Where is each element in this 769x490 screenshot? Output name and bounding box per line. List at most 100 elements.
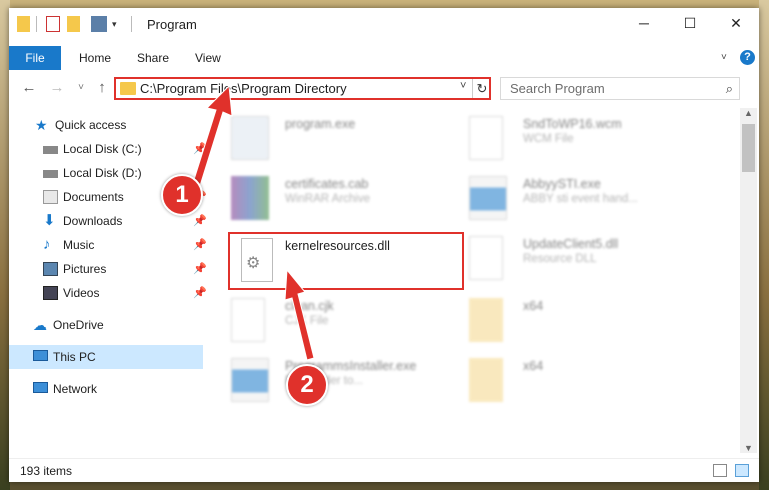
pin-icon[interactable]: 📌 <box>193 282 207 304</box>
ribbon: File Home Share View ˅ ? <box>9 46 759 70</box>
sidebar-item-label: OneDrive <box>53 318 104 332</box>
file-item[interactable]: SndToWP16.wcm WCM File <box>469 112 709 164</box>
file-item[interactable]: ProgrammsInstaller.exe Finereader to... <box>231 354 471 406</box>
desktop-background-right <box>759 0 769 490</box>
file-name: x64 <box>523 359 544 373</box>
maximize-button[interactable]: ☐ <box>667 8 713 38</box>
new-folder-icon[interactable] <box>67 16 80 32</box>
pin-icon[interactable]: 📌 <box>193 138 207 160</box>
scroll-thumb[interactable] <box>742 124 755 172</box>
sidebar-item-label: Network <box>53 382 98 396</box>
file-item[interactable]: clean.cjk CJK File <box>231 294 471 346</box>
expand-ribbon-icon[interactable]: ˅ <box>721 46 727 70</box>
file-name: AbbyySTI.exe <box>523 177 601 191</box>
sidebar-item-label: Music <box>63 238 95 252</box>
chevron-down-icon[interactable]: ▾ <box>112 16 122 32</box>
up-button[interactable]: ↑ <box>94 78 110 98</box>
pin-icon[interactable]: 📌 <box>193 234 207 256</box>
file-item[interactable]: AbbyySTI.exe ABBY sti event hand... <box>469 172 709 224</box>
tab-home[interactable]: Home <box>79 46 111 70</box>
folder-item[interactable]: x64 <box>469 294 709 346</box>
pin-icon[interactable]: 📌 <box>193 258 207 280</box>
callout-step-2: 2 <box>286 364 328 406</box>
star-icon: ★ <box>35 117 48 133</box>
callout-step-1: 1 <box>161 174 203 216</box>
search-placeholder: Search Program <box>510 81 605 96</box>
sidebar-item-pictures[interactable]: Pictures 📌 <box>43 258 207 280</box>
sidebar-item-network[interactable]: Network <box>33 378 203 400</box>
music-icon: ♪ <box>43 236 51 253</box>
folder-icon <box>469 358 503 402</box>
minimize-button[interactable]: ─ <box>621 8 667 38</box>
file-item[interactable]: UpdateClient5.dll Resource DLL <box>469 232 709 284</box>
back-button[interactable]: ← <box>21 78 37 98</box>
scroll-up-icon[interactable]: ▲ <box>740 108 757 118</box>
file-type: CJK File <box>285 315 329 327</box>
download-icon: ⬇ <box>43 212 56 229</box>
navigation-pane: ★ Quick access Local Disk (C:) 📌 Local D… <box>9 108 207 453</box>
folder-icon <box>120 82 136 95</box>
item-count: 193 items <box>20 464 73 478</box>
sidebar-item-label: Pictures <box>63 262 107 276</box>
forward-button[interactable]: → <box>49 78 65 98</box>
status-bar: 193 items <box>9 458 759 483</box>
refresh-button[interactable]: ↻ <box>472 79 491 98</box>
file-type: ABBY sti event hand... <box>523 193 638 205</box>
customize-icon[interactable] <box>91 16 107 32</box>
file-name: UpdateClient5.dll <box>523 237 619 251</box>
sidebar-item-label: This PC <box>53 350 96 364</box>
window-title: Program <box>147 17 197 32</box>
sidebar-item-onedrive[interactable]: ☁ OneDrive <box>33 314 203 336</box>
tab-share[interactable]: Share <box>137 46 169 70</box>
file-name: SndToWP16.wcm <box>523 117 622 131</box>
pin-icon[interactable]: 📌 <box>193 210 207 232</box>
file-type: Resource DLL <box>523 253 597 265</box>
computer-icon <box>33 350 48 361</box>
cloud-icon: ☁ <box>33 317 47 333</box>
navigation-bar: ← → ˅ ↑ C:\Program Files\Program Directo… <box>9 74 759 102</box>
sidebar-item-label: Local Disk (D:) <box>63 166 142 180</box>
sidebar-item-videos[interactable]: Videos 📌 <box>43 282 207 304</box>
file-name: certificates.cab <box>285 177 369 191</box>
tab-file[interactable]: File <box>9 46 61 70</box>
document-icon <box>469 116 503 160</box>
address-bar[interactable]: C:\Program Files\Program Directory ˅ ↻ <box>114 77 491 100</box>
sidebar-item-label: Documents <box>63 190 124 204</box>
folder-item[interactable]: x64 <box>469 354 709 406</box>
file-type: WinRAR Archive <box>285 193 370 205</box>
help-icon[interactable]: ? <box>740 50 755 65</box>
videos-icon <box>43 286 58 300</box>
large-icons-view-icon[interactable] <box>735 464 749 477</box>
close-button[interactable]: ✕ <box>713 8 759 38</box>
folder-icon[interactable] <box>17 16 30 32</box>
drive-icon <box>43 146 58 154</box>
vertical-scrollbar[interactable]: ▲ ▼ <box>740 108 757 453</box>
properties-icon[interactable] <box>46 16 60 32</box>
details-view-icon[interactable] <box>713 464 727 477</box>
sidebar-item-this-pc[interactable]: This PC <box>33 346 203 368</box>
tab-view[interactable]: View <box>195 46 221 70</box>
sidebar-item-quick-access[interactable]: ★ Quick access <box>35 114 203 136</box>
search-icon[interactable]: ⌕ <box>726 81 733 97</box>
divider <box>36 16 37 32</box>
scroll-down-icon[interactable]: ▼ <box>740 443 757 453</box>
file-item[interactable]: program.exe <box>231 112 471 164</box>
divider <box>131 16 132 32</box>
archive-icon <box>231 176 269 220</box>
search-input[interactable]: Search Program ⌕ <box>500 77 740 100</box>
sidebar-item-label: Videos <box>63 286 100 300</box>
network-icon <box>33 382 48 393</box>
exe-icon <box>469 176 507 220</box>
sidebar-item-label: Quick access <box>55 118 127 132</box>
drive-icon <box>43 170 58 178</box>
exe-icon <box>231 358 269 402</box>
file-item[interactable]: certificates.cab WinRAR Archive <box>231 172 471 224</box>
folder-icon <box>469 298 503 342</box>
file-name: x64 <box>523 299 544 313</box>
sidebar-item-local-disk-c[interactable]: Local Disk (C:) 📌 <box>43 138 207 160</box>
documents-icon <box>43 190 58 204</box>
recent-locations-button[interactable]: ˅ <box>73 78 89 98</box>
address-path[interactable]: C:\Program Files\Program Directory <box>140 81 347 96</box>
dll-gear-icon <box>469 236 503 280</box>
sidebar-item-music[interactable]: ♪ Music 📌 <box>43 234 207 256</box>
